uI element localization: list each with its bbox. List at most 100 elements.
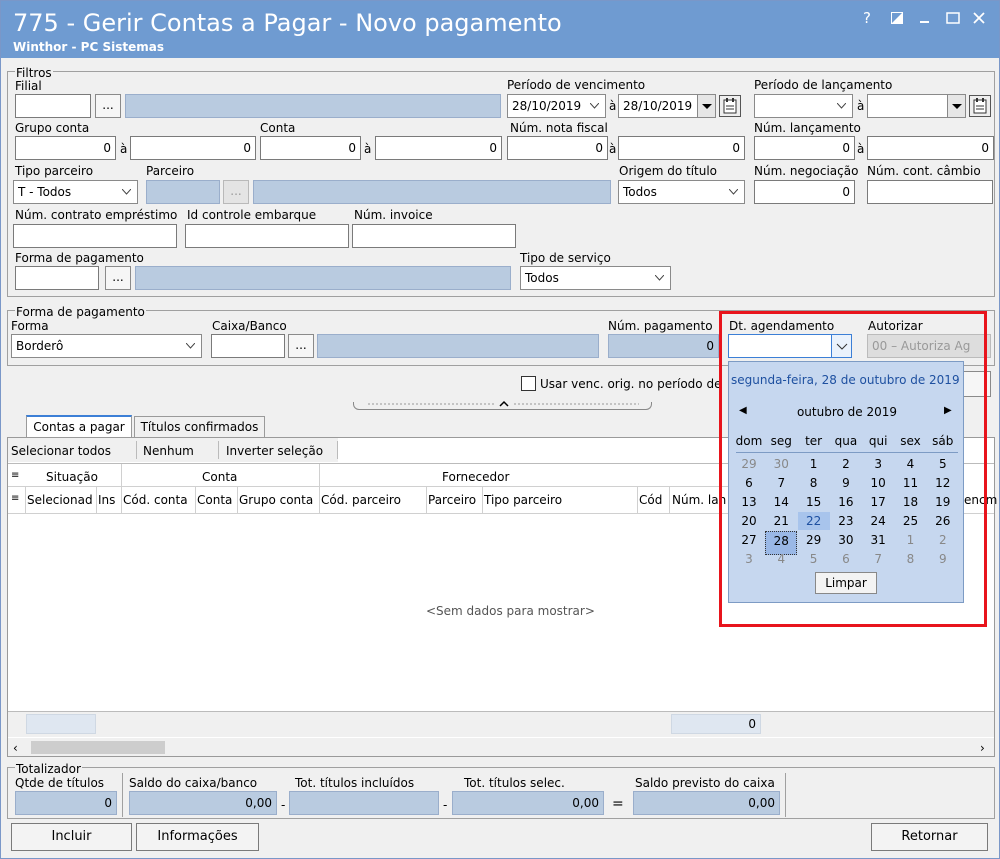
close-icon[interactable] (967, 7, 991, 29)
informacoes-button[interactable]: Informações (136, 823, 259, 851)
parceiro-search-button[interactable]: ... (223, 180, 249, 204)
usar-venc-checkbox[interactable] (521, 376, 536, 391)
contrato-emprestimo-input[interactable] (13, 224, 177, 248)
incluir-button[interactable]: Incluir (11, 823, 132, 851)
grupo-conta-from[interactable]: 0 (15, 136, 116, 160)
num-lancamento-to[interactable]: 0 (867, 136, 994, 160)
nenhum-button[interactable]: Nenhum (143, 444, 194, 458)
column-chooser-icon[interactable]: ≡ (11, 492, 19, 506)
filial-input[interactable] (15, 94, 91, 118)
tab-titulos-confirmados[interactable]: Títulos confirmados (134, 416, 265, 437)
tipo-parceiro-select[interactable]: T - Todos (13, 180, 138, 204)
conta-from[interactable]: 0 (260, 136, 361, 160)
num-pagamento-input: 0 (608, 334, 719, 358)
periodo-lanc-label: Período de lançamento (754, 78, 893, 92)
periodo-lanc-from[interactable] (754, 94, 853, 118)
inverter-selecao-button[interactable]: Inverter seleção (226, 444, 323, 458)
caixa-banco-input[interactable] (211, 334, 285, 358)
periodo-venc-to-value: 28/10/2019 (623, 99, 693, 113)
forma-pagamento-filter-label: Forma de pagamento (15, 251, 144, 265)
grid-divider (8, 486, 728, 487)
group-situacao: Situação (46, 470, 98, 484)
filial-description (125, 94, 501, 118)
tab-contas-a-pagar[interactable]: Contas a pagar (26, 415, 132, 438)
tipo-parceiro-value: T - Todos (18, 185, 72, 199)
dropdown-arrow-icon[interactable] (947, 95, 965, 117)
forma-pagamento-search-button[interactable]: ... (105, 266, 131, 290)
tot-selec-label: Tot. títulos selec. (464, 776, 565, 790)
grupo-conta-to[interactable]: 0 (130, 136, 256, 160)
num-cambio-input[interactable] (867, 180, 993, 204)
title-bar: 775 - Gerir Contas a Pagar - Novo pagame… (1, 1, 999, 58)
nota-fiscal-label: Núm. nota fiscal (510, 121, 608, 135)
retornar-button[interactable]: Retornar (871, 823, 988, 851)
ate-label: à (120, 142, 128, 156)
chevron-down-icon (655, 275, 664, 281)
contrato-emprestimo-label: Núm. contrato empréstimo (15, 208, 178, 222)
selecionar-todos-button[interactable]: Selecionar todos (11, 444, 111, 458)
tipo-servico-label: Tipo de serviço (520, 251, 611, 265)
caixa-banco-search-button[interactable]: ... (288, 334, 314, 358)
window-title: 775 - Gerir Contas a Pagar - Novo pagame… (13, 9, 562, 37)
chevron-down-icon (729, 189, 738, 195)
grid-col-separator (121, 464, 122, 486)
periodo-lanc-to[interactable] (867, 94, 966, 118)
periodo-venc-from-value: 28/10/2019 (512, 99, 582, 113)
restore-icon[interactable] (885, 7, 909, 29)
grid-col-separator (637, 487, 638, 513)
forma-pagamento-description (135, 266, 511, 290)
scroll-thumb[interactable] (31, 741, 165, 754)
scroll-right-icon[interactable]: › (980, 741, 985, 755)
column-chooser-icon[interactable]: ≡ (11, 469, 19, 483)
help-button[interactable]: ? (855, 7, 879, 29)
footer-cell (26, 714, 96, 734)
nota-fiscal-from[interactable]: 0 (507, 136, 608, 160)
col-grupo-conta[interactable]: Grupo conta (239, 493, 313, 507)
filtros-legend: Filtros (15, 66, 53, 80)
num-negociacao-input[interactable]: 0 (754, 180, 855, 204)
grid-col-separator (195, 487, 196, 513)
caixa-banco-description (317, 334, 599, 358)
tipo-parceiro-label: Tipo parceiro (15, 164, 94, 178)
equals-sign: = (612, 796, 624, 812)
col-cod-conta[interactable]: Cód. conta (123, 493, 188, 507)
usar-venc-label: Usar venc. orig. no período de (540, 377, 722, 391)
invoice-input[interactable] (352, 224, 516, 248)
splitter-handle[interactable] (353, 400, 652, 410)
filial-label: Filial (15, 79, 42, 93)
chevron-down-icon (122, 189, 131, 195)
tipo-servico-select[interactable]: Todos (520, 266, 671, 290)
col-parceiro[interactable]: Parceiro (428, 493, 476, 507)
forma-pagamento-filter-input[interactable] (15, 266, 99, 290)
minimize-icon[interactable] (913, 7, 937, 29)
forma-select[interactable]: Borderô (11, 334, 202, 358)
col-cod[interactable]: Cód (639, 493, 662, 507)
periodo-venc-from[interactable]: 28/10/2019 (507, 94, 606, 118)
periodo-venc-to[interactable]: 28/10/2019 (618, 94, 716, 118)
grid-col-separator (121, 487, 122, 513)
calendar-icon[interactable] (969, 95, 991, 117)
calendar-icon[interactable] (719, 95, 741, 117)
conta-to[interactable]: 0 (375, 136, 502, 160)
filial-search-button[interactable]: ... (95, 94, 121, 118)
col-conta[interactable]: Conta (197, 493, 232, 507)
scroll-left-icon[interactable]: ‹ (13, 741, 18, 755)
minus-sign: - (443, 798, 448, 812)
col-tipo-parceiro[interactable]: Tipo parceiro (484, 493, 562, 507)
group-fornecedor: Fornecedor (442, 470, 510, 484)
origem-titulo-select[interactable]: Todos (618, 180, 745, 204)
col-ins[interactable]: Ins (98, 493, 115, 507)
controle-embarque-input[interactable] (185, 224, 349, 248)
nota-fiscal-to[interactable]: 0 (618, 136, 745, 160)
col-cod-parceiro[interactable]: Cód. parceiro (321, 493, 401, 507)
footer-total: 0 (671, 714, 761, 734)
ate-label: à (857, 99, 865, 113)
num-lancamento-label: Núm. lançamento (754, 121, 861, 135)
col-selecionado[interactable]: Selecionad (27, 493, 93, 507)
dropdown-arrow-icon[interactable] (697, 95, 715, 117)
tot-incluidos-value (289, 791, 439, 815)
totalizador-legend: Totalizador (15, 762, 82, 776)
forma-label: Forma (11, 319, 49, 333)
num-lancamento-from[interactable]: 0 (754, 136, 855, 160)
maximize-icon[interactable] (941, 7, 965, 29)
